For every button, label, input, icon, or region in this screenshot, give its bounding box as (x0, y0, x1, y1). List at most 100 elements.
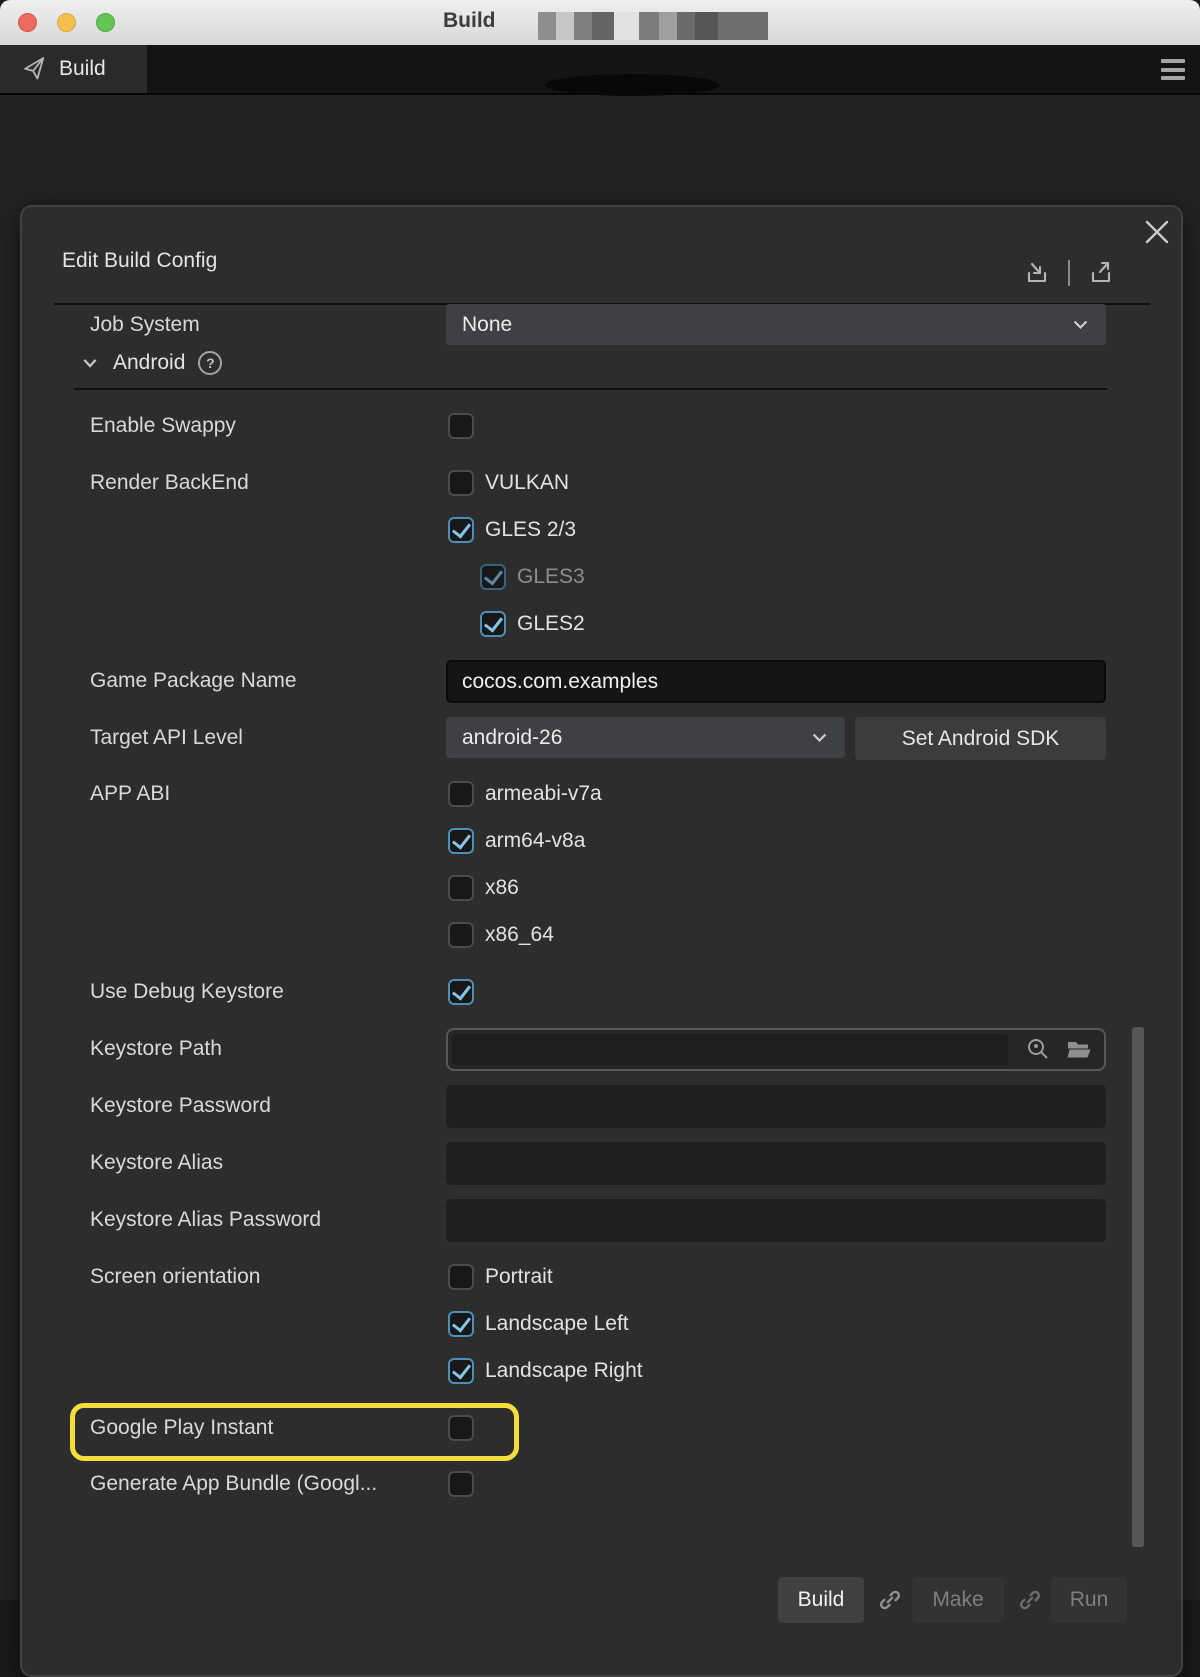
armeabi-v7a-label: armeabi-v7a (485, 782, 602, 806)
target-api-level-label: Target API Level (90, 725, 243, 751)
game-package-name-label: Game Package Name (90, 668, 297, 694)
google-play-instant-label: Google Play Instant (90, 1415, 273, 1441)
import-config-icon[interactable] (1023, 259, 1051, 287)
window-titlebar: Build (0, 0, 1200, 45)
dialog-title: Edit Build Config (62, 249, 217, 273)
section-divider (74, 388, 1107, 390)
render-backend-option-gles3: GLES3 (480, 564, 585, 590)
gles3-label: GLES3 (517, 565, 585, 589)
tab-build-label: Build (59, 57, 106, 81)
header-icon-separator (1068, 260, 1070, 286)
app-abi-option-x86: x86 (448, 875, 519, 901)
keystore-path-label: Keystore Path (90, 1036, 222, 1062)
export-config-icon[interactable] (1087, 259, 1115, 287)
orientation-option-landscape-right: Landscape Right (448, 1358, 643, 1384)
gles2-checkbox[interactable] (480, 611, 506, 637)
keystore-alias-input[interactable] (446, 1142, 1106, 1185)
gles2-label: GLES2 (517, 612, 585, 636)
scrollbar-thumb[interactable] (1132, 1027, 1144, 1547)
chevron-down-icon (810, 728, 829, 747)
link-make-run-icon[interactable] (1017, 1587, 1043, 1613)
app-abi-label: APP ABI (90, 781, 170, 807)
keystore-alias-label: Keystore Alias (90, 1150, 223, 1176)
keystore-password-input[interactable] (446, 1085, 1106, 1128)
keystore-alias-password-input[interactable] (446, 1199, 1106, 1242)
target-api-level-select[interactable]: android-26 (446, 717, 845, 758)
keystore-alias-password-label: Keystore Alias Password (90, 1207, 321, 1233)
x86-checkbox[interactable] (448, 875, 474, 901)
collapse-chevron-icon (80, 353, 100, 373)
landscape-left-label: Landscape Left (485, 1312, 629, 1336)
edit-build-config-dialog: Edit Build Config Job System None Androi… (20, 205, 1183, 1677)
portrait-label: Portrait (485, 1265, 553, 1289)
generate-app-bundle-checkbox[interactable] (448, 1471, 474, 1497)
enable-swappy-checkbox[interactable] (448, 413, 474, 439)
locate-search-icon[interactable] (1025, 1036, 1051, 1062)
set-android-sdk-button[interactable]: Set Android SDK (855, 717, 1106, 760)
app-abi-option-x86-64: x86_64 (448, 922, 554, 948)
job-system-value: None (462, 313, 1071, 337)
google-play-instant-checkbox[interactable] (448, 1415, 474, 1441)
landscape-right-checkbox[interactable] (448, 1358, 474, 1384)
keystore-path-field[interactable] (446, 1028, 1106, 1071)
generate-app-bundle-row (448, 1471, 474, 1497)
window-title: Build (443, 9, 496, 33)
vulkan-checkbox[interactable] (448, 470, 474, 496)
gles3-checkbox[interactable] (480, 564, 506, 590)
landscape-right-label: Landscape Right (485, 1359, 643, 1383)
keystore-path-input[interactable] (452, 1034, 1008, 1065)
gles23-label: GLES 2/3 (485, 518, 576, 542)
redacted-blob (545, 74, 720, 96)
target-api-level-value: android-26 (462, 726, 810, 750)
use-debug-keystore-checkbox[interactable] (448, 979, 474, 1005)
render-backend-option-gles2: GLES2 (480, 611, 585, 637)
job-system-label: Job System (90, 312, 200, 338)
run-button[interactable]: Run (1051, 1577, 1127, 1623)
folder-open-icon[interactable] (1066, 1036, 1092, 1062)
build-button[interactable]: Build (778, 1577, 864, 1623)
render-backend-label: Render BackEnd (90, 470, 249, 496)
landscape-left-checkbox[interactable] (448, 1311, 474, 1337)
section-android-title: Android (113, 351, 185, 375)
portrait-checkbox[interactable] (448, 1264, 474, 1290)
enable-swappy-row (448, 413, 474, 439)
tab-build[interactable]: Build (0, 45, 147, 93)
vulkan-label: VULKAN (485, 471, 569, 495)
keystore-password-label: Keystore Password (90, 1093, 271, 1119)
x86-label: x86 (485, 876, 519, 900)
chevron-down-icon (1071, 315, 1090, 334)
make-button[interactable]: Make (912, 1577, 1004, 1623)
section-android[interactable]: Android (80, 351, 222, 375)
arm64-v8a-label: arm64-v8a (485, 829, 585, 853)
use-debug-keystore-label: Use Debug Keystore (90, 979, 284, 1005)
help-icon[interactable] (198, 351, 222, 375)
x86-64-label: x86_64 (485, 923, 554, 947)
panel-background: Edit Build Config Job System None Androi… (0, 95, 1200, 1600)
orientation-option-landscape-left: Landscape Left (448, 1311, 629, 1337)
menu-icon[interactable] (1161, 59, 1185, 80)
google-play-instant-row (448, 1415, 474, 1441)
render-backend-option-gles23: GLES 2/3 (448, 517, 576, 543)
dialog-header-icons (1023, 259, 1115, 287)
gles23-checkbox[interactable] (448, 517, 474, 543)
use-debug-keystore-row (448, 979, 474, 1005)
armeabi-v7a-checkbox[interactable] (448, 781, 474, 807)
game-package-name-input[interactable] (446, 660, 1106, 703)
close-icon[interactable] (1142, 217, 1172, 247)
job-system-select[interactable]: None (446, 304, 1106, 345)
redacted-title-text (538, 12, 768, 40)
orientation-option-portrait: Portrait (448, 1264, 553, 1290)
link-build-make-icon[interactable] (877, 1587, 903, 1613)
generate-app-bundle-label: Generate App Bundle (Googl... (90, 1471, 377, 1497)
minimize-window-button[interactable] (57, 13, 76, 32)
close-window-button[interactable] (18, 13, 37, 32)
x86-64-checkbox[interactable] (448, 922, 474, 948)
zoom-window-button[interactable] (96, 13, 115, 32)
screen-orientation-label: Screen orientation (90, 1264, 260, 1290)
paper-plane-icon (20, 54, 49, 83)
enable-swappy-label: Enable Swappy (90, 413, 236, 439)
render-backend-option-vulkan: VULKAN (448, 470, 569, 496)
arm64-v8a-checkbox[interactable] (448, 828, 474, 854)
app-abi-option-armeabi: armeabi-v7a (448, 781, 602, 807)
app-abi-option-arm64: arm64-v8a (448, 828, 585, 854)
